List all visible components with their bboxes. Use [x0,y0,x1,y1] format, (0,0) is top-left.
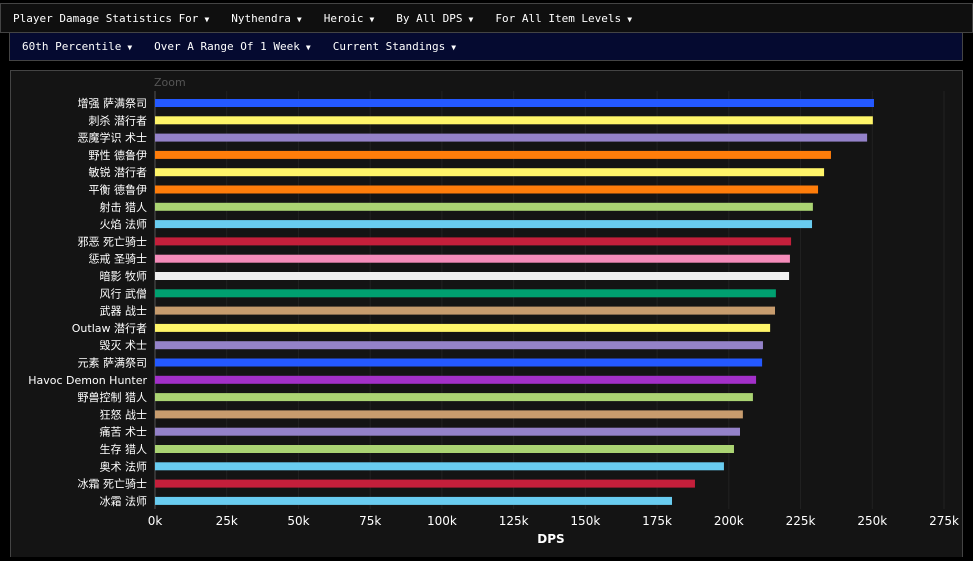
filter-bar-secondary: 60th Percentile ▼ Over A Range Of 1 Week ▼… [9,32,963,61]
bar-2 [155,133,868,142]
caret-down-icon: ▼ [627,14,633,24]
x-tick-label: 50k [287,514,309,528]
x-tick-label: 175k [642,514,672,528]
caret-down-icon: ▼ [468,14,474,24]
x-tick-label: 200k [714,514,744,528]
zoom-label[interactable]: Zoom [154,76,186,89]
x-tick-label: 225k [786,514,816,528]
dropdown-label: By All DPS [396,11,463,25]
dropdown-label: Over A Range Of 1 Week [154,40,300,53]
category-label: Havoc Demon Hunter [28,374,147,387]
caret-down-icon: ▼ [127,43,133,52]
category-label: 野兽控制 猎人 [78,390,148,404]
bar-18 [155,410,743,419]
dropdown-label: Nythendra [231,11,291,25]
category-label: 火焰 法师 [100,217,148,231]
x-tick-label: 125k [499,514,529,528]
bar-13 [155,323,771,332]
x-tick-label: 250k [857,514,887,528]
category-label: 邪恶 死亡骑士 [78,234,148,248]
x-axis-title: DPS [537,532,564,546]
bar-4 [155,168,825,177]
category-label: 元素 萨满祭司 [78,357,148,370]
dropdown-standings[interactable]: Current Standings ▼ [333,40,456,53]
dropdown-statistics-type[interactable]: Player Damage Statistics For ▼ [13,12,209,25]
category-label: 生存 猎人 [100,442,148,456]
dropdown-percentile[interactable]: 60th Percentile ▼ [22,40,132,53]
bar-16 [155,375,757,384]
caret-down-icon: ▼ [305,43,311,52]
filter-bar-primary: Player Damage Statistics For ▼ Nythendra ▼… [0,3,973,33]
bar-15 [155,358,763,367]
category-label: 狂怒 战士 [100,407,148,421]
bar-3 [155,150,831,159]
category-label: 暗影 牧师 [100,269,148,283]
bar-12 [155,306,776,315]
bar-17 [155,393,753,402]
category-label: 射击 猎人 [100,200,148,214]
caret-down-icon: ▼ [296,14,302,24]
bar-9 [155,254,790,263]
dps-bar-chart: Zoom 增强 萨满祭司刺杀 潜行者恶魔学识 术士野性 德鲁伊敏锐 潜行者平衡 … [28,76,959,546]
caret-down-icon: ▼ [451,43,457,52]
x-tick-label: 0k [148,514,163,528]
dropdown-boss[interactable]: Nythendra ▼ [231,12,301,25]
x-tick-label: 25k [216,514,238,528]
bar-11 [155,289,776,298]
bar-19 [155,427,741,436]
x-tick-label: 150k [570,514,600,528]
bar-8 [155,237,792,246]
category-label: 增强 萨满祭司 [78,96,148,110]
bar-14 [155,341,763,350]
chart-panel: Zoom 增强 萨满祭司刺杀 潜行者恶魔学识 术士野性 德鲁伊 敏锐 潜行者 平衡 … [10,70,963,557]
dropdown-range[interactable]: Over A Range Of 1 Week ▼ [154,40,311,53]
category-label: 毁灭 术士 [100,338,148,352]
dropdown-label: Current Standings [332,40,446,53]
bar-0 [155,99,874,107]
dropdown-label: 60th Percentile [22,40,122,53]
bar-21 [155,462,724,471]
dropdown-role[interactable]: By All DPS ▼ [396,12,473,25]
category-label: Outlaw 潜行者 [72,321,147,335]
dropdown-item-level[interactable]: For All Item Levels ▼ [495,12,632,25]
dropdown-label: For All Item Levels [495,11,622,25]
bar-1 [155,116,873,125]
category-label: 恶魔学识 术士 [78,131,148,145]
dropdown-difficulty[interactable]: Heroic ▼ [324,12,375,25]
x-tick-label: 275k [929,514,959,528]
bar-22 [155,479,695,488]
category-label: 武器 战士 [100,305,148,318]
x-tick-label: 75k [359,514,381,528]
caret-down-icon: ▼ [369,14,375,24]
x-tick-label: 100k [427,514,457,528]
category-label: 野性 德鲁伊 [89,148,148,162]
dropdown-label: Heroic [323,11,364,25]
category-label: 敏锐 潜行者 [89,165,148,179]
category-label: 平衡 德鲁伊 [89,183,148,197]
bar-23 [155,496,673,505]
category-label: 惩戒 圣骑士 [89,253,148,266]
caret-down-icon: ▼ [204,14,210,24]
category-label: 奥术 法师 [100,459,148,473]
category-label: 冰霜 法师 [100,494,148,508]
category-label: 痛苦 术士 [100,425,148,439]
bar-10 [155,272,790,280]
bar-7 [155,220,813,229]
bar-6 [155,202,813,211]
bar-20 [155,445,734,453]
bar-5 [155,185,819,194]
category-label: 风行 武僧 [100,287,148,300]
dropdown-label: Player Damage Statistics For [13,11,199,25]
category-label: 冰霜 死亡骑士 [78,477,148,491]
category-label: 刺杀 潜行者 [89,113,148,127]
